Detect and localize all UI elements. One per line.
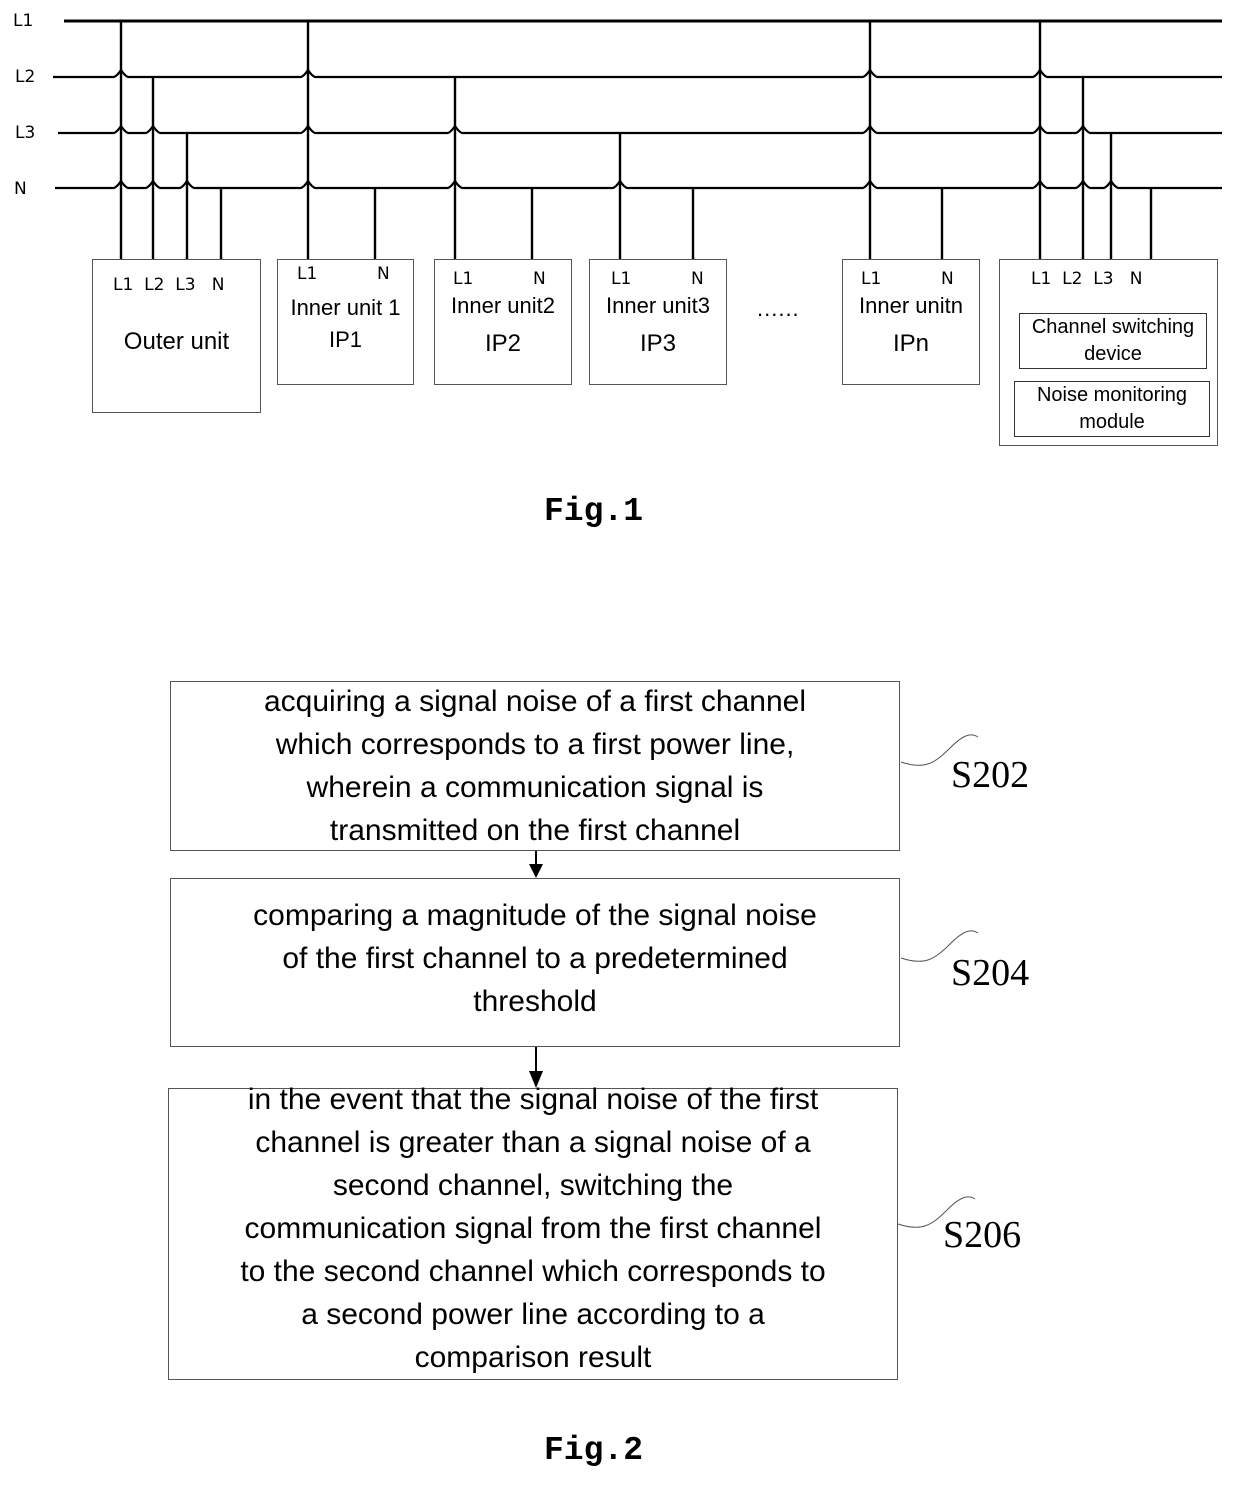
inner-unit-2-title: Inner unit2 [451,293,555,318]
channel-switching-device: Channel switching device [1019,313,1207,369]
text-line: acquiring a signal noise of a first chan… [264,685,806,718]
inner-unit-3-pin-n: N [691,269,704,289]
text-line: communication signal from the first chan… [244,1211,822,1245]
inner-unit-n-pin-n: N [941,269,954,289]
pin-l1: L1 [1031,269,1052,289]
bus-label-n: N [14,179,27,199]
inner-unit-3-pin-l1: L1 [611,269,632,289]
text-line: second channel, switching the [332,1168,734,1202]
step-s206-text: in the event that the signal noise of th… [240,1078,825,1379]
inner-unit-1-pin-l1: L1 [297,264,318,284]
fig1-caption: Fig.1 [544,493,644,530]
inner-unit-2-ip: IP2 [484,330,522,357]
inner-unit-2-pin-l1: L1 [453,269,474,289]
text-line: a second power line according to a [301,1297,765,1331]
noise-monitoring-module: Noise monitoring module [1014,381,1210,437]
step-label-s204: S204 [951,952,1030,994]
pin-l2: L2 [1062,269,1083,289]
pin-l3: L3 [1093,269,1114,289]
step-s204-text: comparing a magnitude of the signal nois… [253,894,817,1023]
inner-unit-1-box: L1 N Inner unit 1 IP1 [277,259,414,385]
step-s202-text: acquiring a signal noise of a first chan… [264,680,806,852]
text-line: to the second channel which corresponds … [240,1254,826,1288]
inner-unit-3-title: Inner unit3 [606,293,710,318]
bus-line-l3 [58,124,1222,135]
inner-unit-1-title: Inner unit 1 [290,295,401,320]
inner-unit-2-box: L1 N Inner unit2 IP2 [434,259,572,385]
bus-line-n [55,179,1222,190]
ellipsis: ...... [757,296,800,321]
inner-unit-3-box: L1 N Inner unit3 IP3 [589,259,727,385]
pin-n: N [211,275,225,295]
inner-unit-2-pin-n: N [533,269,546,289]
text-line: comparing a magnitude of the signal nois… [253,899,817,932]
inner-unit-1-pin-n: N [377,264,390,284]
outer-unit-title: Outer unit [123,328,230,355]
arrow-s202-s204-head [529,864,543,878]
step-label-s202: S202 [951,754,1030,796]
text-line: in the event that the signal noise of th… [247,1082,819,1116]
text-line: which corresponds to a first power line, [275,728,795,761]
bus-line-l2 [53,68,1222,79]
unit-drop-wires [119,21,1153,259]
controller-unit-box: L1 L2 L3 N Channel switching device Nois… [999,259,1218,446]
power-bus-lines [53,19,1222,190]
bus-label-l3: L3 [15,123,36,143]
inner-unit-3-ip: IP3 [639,330,677,357]
text-line: threshold [473,985,597,1018]
inner-unit-n-ip: IPn [892,330,930,357]
inner-unit-1-ip: IP1 [328,327,363,352]
inner-unit-n-pin-l1: L1 [861,269,882,289]
controller-pin-labels: L1 L2 L3 N [1031,269,1142,289]
text-line: transmitted on the first channel [329,814,741,847]
text-line: wherein a communication signal is [306,771,764,804]
outer-unit-pin-labels: L1 L2 L3 N [113,275,224,295]
step-label-s206: S206 [943,1214,1022,1256]
inner-unit-n-title: Inner unitn [859,293,963,318]
step-s204-box: comparing a magnitude of the signal nois… [170,878,900,1047]
step-s202-box: acquiring a signal noise of a first chan… [170,681,900,851]
text-line: comparison result [414,1340,652,1374]
text-line: of the first channel to a predetermined [282,942,788,975]
pin-l3: L3 [175,275,196,295]
inner-unit-n-box: L1 N Inner unitn IPn [842,259,980,385]
pin-n: N [1129,269,1143,289]
step-s206-box: in the event that the signal noise of th… [168,1083,898,1380]
bus-label-l2: L2 [15,67,36,87]
bus-label-l1: L1 [13,11,34,31]
pin-l1: L1 [113,275,134,295]
outer-unit-box: L1 L2 L3 N Outer unit [92,259,261,413]
text-line: channel is greater than a signal noise o… [255,1125,811,1159]
pin-l2: L2 [144,275,165,295]
fig2-caption: Fig.2 [544,1432,644,1469]
